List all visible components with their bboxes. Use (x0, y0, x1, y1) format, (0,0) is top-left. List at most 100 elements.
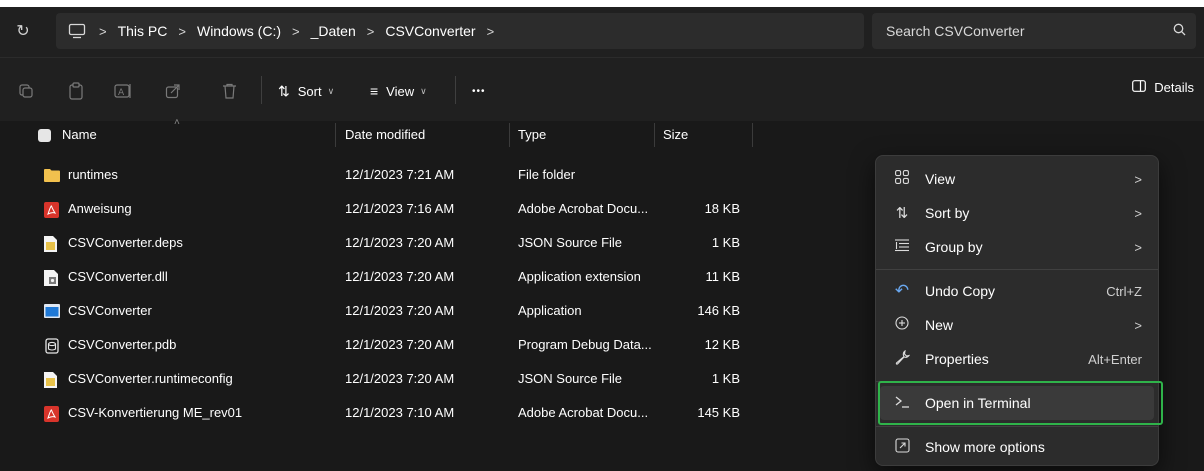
menu-item-undo-copy[interactable]: ↶ Undo Copy Ctrl+Z (880, 274, 1154, 308)
details-pane-icon (1132, 80, 1147, 95)
file-date: 12/1/2023 7:20 AM (345, 303, 455, 318)
file-type: Adobe Acrobat Docu... (518, 201, 649, 216)
rename-icon[interactable]: A (114, 80, 132, 102)
file-size: 18 KB (704, 201, 740, 216)
file-size: 1 KB (711, 235, 740, 250)
highlight-box (878, 381, 1163, 425)
file-size: 146 KB (697, 303, 740, 318)
json-file-icon (44, 372, 60, 388)
column-header-type[interactable]: Type (518, 121, 546, 149)
file-date: 12/1/2023 7:20 AM (345, 235, 455, 250)
menu-item-show-more-options[interactable]: Show more options (880, 430, 1154, 464)
menu-item-properties[interactable]: Properties Alt+Enter (880, 342, 1154, 376)
keyboard-shortcut: Alt+Enter (1088, 351, 1142, 367)
file-type: Application extension (518, 269, 641, 284)
view-label: View (386, 83, 415, 99)
chevron-right-icon[interactable]: > (178, 24, 186, 39)
file-date: 12/1/2023 7:21 AM (345, 167, 455, 182)
pdf-icon (44, 202, 60, 218)
search-box[interactable]: Search CSVConverter (872, 13, 1196, 49)
delete-icon[interactable] (222, 80, 237, 102)
view-list-icon: ≡ (370, 83, 379, 99)
file-type: Adobe Acrobat Docu... (518, 405, 649, 420)
column-header-date[interactable]: Date modified (345, 121, 425, 149)
details-button[interactable]: Details (1132, 80, 1194, 95)
table-row[interactable]: CSVConverter.deps 12/1/2023 7:20 AM JSON… (0, 226, 760, 260)
menu-item-new[interactable]: New > (880, 308, 1154, 342)
column-divider[interactable] (335, 123, 336, 147)
chevron-right-icon: > (1134, 317, 1142, 333)
address-row: ↻ > This PC > Windows (C:) > _Daten > CS… (0, 7, 1204, 57)
sort-icon: ⇅ (278, 82, 290, 99)
chevron-right-icon[interactable]: > (99, 24, 107, 39)
breadcrumb-windows-c[interactable]: Windows (C:) (197, 23, 281, 39)
search-icon[interactable] (1173, 23, 1186, 39)
table-row[interactable]: Anweisung 12/1/2023 7:16 AM Adobe Acroba… (0, 192, 760, 226)
file-type: JSON Source File (518, 371, 623, 386)
column-divider[interactable] (752, 123, 753, 147)
menu-label: Show more options (925, 439, 1045, 455)
table-row[interactable]: CSV-Konvertierung ME_rev01 12/1/2023 7:1… (0, 396, 760, 430)
file-size: 1 KB (711, 371, 740, 386)
chevron-down-icon: ∨ (327, 85, 335, 96)
file-date: 12/1/2023 7:16 AM (345, 201, 455, 216)
keyboard-shortcut: Ctrl+Z (1106, 283, 1142, 299)
more-icon: ••• (472, 85, 486, 97)
details-label: Details (1154, 80, 1194, 95)
column-divider[interactable] (654, 123, 655, 147)
paste-icon[interactable] (68, 80, 84, 102)
table-row[interactable]: CSVConverter.runtimeconfig 12/1/2023 7:2… (0, 362, 760, 396)
file-size: 11 KB (705, 269, 740, 284)
file-type: Application (518, 303, 582, 318)
group-by-icon (890, 238, 914, 256)
sort-caret-icon: ˄ (174, 117, 180, 128)
menu-label: New (925, 317, 954, 333)
breadcrumb-this-pc[interactable]: This PC (118, 23, 168, 39)
folder-icon (44, 168, 60, 183)
table-row[interactable]: CSVConverter.dll 12/1/2023 7:20 AM Appli… (0, 260, 760, 294)
breadcrumb-csvconverter[interactable]: CSVConverter (385, 23, 475, 39)
search-input[interactable]: Search CSVConverter (886, 23, 1025, 39)
json-file-icon (44, 236, 60, 252)
menu-label: Group by (925, 239, 983, 255)
select-all-checkbox[interactable] (38, 129, 51, 142)
menu-item-sort-by[interactable]: ⇅ Sort by > (880, 196, 1154, 230)
more-options-button[interactable]: ••• (472, 80, 486, 102)
chevron-right-icon[interactable]: > (367, 24, 375, 39)
cut-icon[interactable] (18, 80, 34, 102)
file-name: Anweisung (68, 201, 132, 216)
table-row[interactable]: CSVConverter 12/1/2023 7:20 AM Applicati… (0, 294, 760, 328)
sort-icon: ⇅ (895, 205, 909, 222)
computer-icon[interactable] (66, 20, 88, 42)
menu-label: Sort by (925, 205, 970, 221)
file-size (660, 158, 740, 192)
share-icon[interactable] (165, 80, 181, 102)
chevron-right-icon: > (1134, 171, 1142, 187)
menu-item-view[interactable]: View > (880, 162, 1154, 196)
breadcrumb-daten[interactable]: _Daten (311, 23, 356, 39)
table-row[interactable]: CSVConverter.pdb 12/1/2023 7:20 AM Progr… (0, 328, 760, 362)
column-header-name[interactable]: Name (62, 121, 97, 149)
refresh-icon[interactable]: ↻ (10, 19, 36, 45)
file-size: 145 KB (697, 405, 740, 420)
new-plus-icon (890, 316, 914, 334)
menu-item-group-by[interactable]: Group by > (880, 230, 1154, 264)
menu-label: Properties (925, 351, 989, 367)
column-divider[interactable] (509, 123, 510, 147)
wrench-icon (890, 349, 914, 369)
chevron-right-icon[interactable]: > (487, 24, 495, 39)
sort-button[interactable]: ⇅ Sort ∨ (278, 80, 334, 102)
command-bar: A ⇅ Sort ∨ ≡ View ∨ ••• Details (0, 57, 1204, 121)
menu-divider (876, 269, 1158, 270)
menu-label: View (925, 171, 956, 187)
view-button[interactable]: ≡ View ∨ (370, 80, 427, 102)
column-header-size[interactable]: Size (663, 121, 688, 149)
show-more-icon (890, 437, 914, 457)
file-name: CSVConverter.dll (68, 269, 168, 284)
file-date: 12/1/2023 7:20 AM (345, 269, 455, 284)
file-date: 12/1/2023 7:20 AM (345, 337, 455, 352)
address-bar[interactable]: > This PC > Windows (C:) > _Daten > CSVC… (56, 13, 864, 49)
chevron-right-icon[interactable]: > (292, 24, 300, 39)
table-row[interactable]: runtimes 12/1/2023 7:21 AM File folder (0, 158, 760, 192)
pdf-icon (44, 406, 60, 422)
